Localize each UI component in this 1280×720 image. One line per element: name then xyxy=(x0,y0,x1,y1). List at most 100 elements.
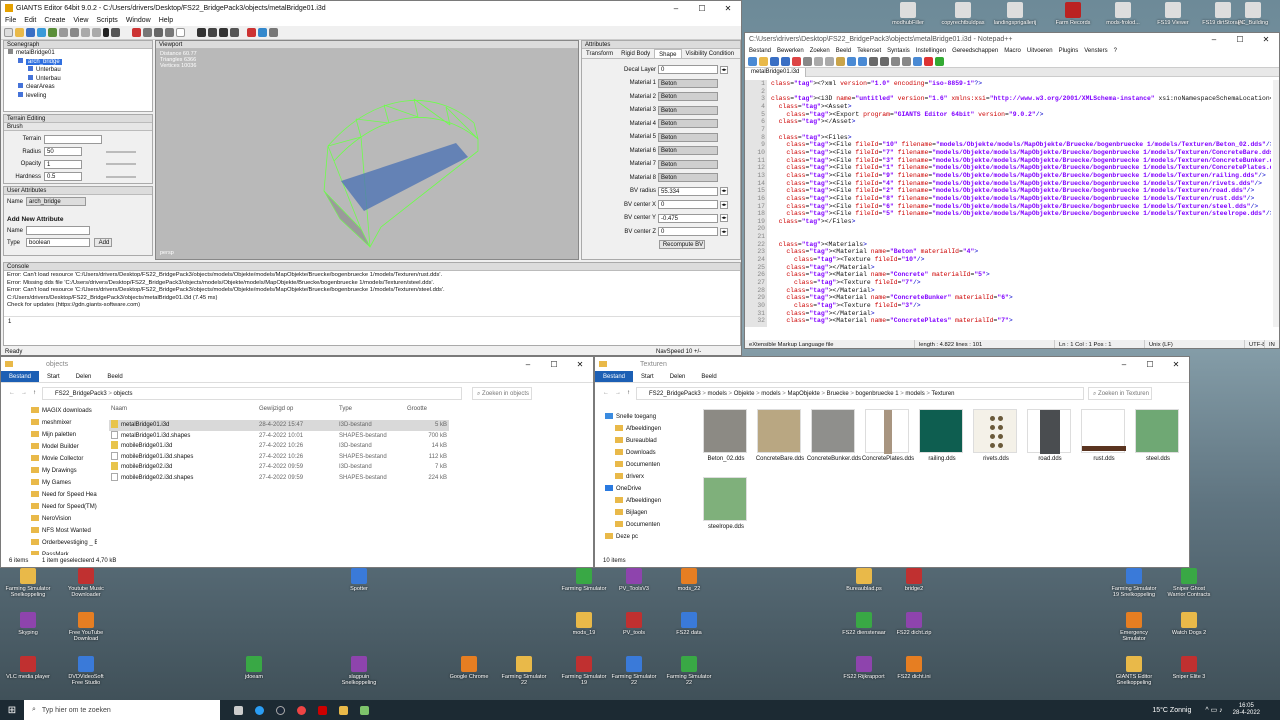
np-menu-item[interactable]: Instellingen xyxy=(916,48,946,54)
giants-titlebar[interactable]: GIANTS Editor 64bit 9.0.2 - C:/Users/dri… xyxy=(1,1,741,15)
attr-tab[interactable]: Shape xyxy=(654,49,682,58)
exp1-path-segment[interactable]: FS22_BridgePack3 xyxy=(55,391,107,397)
exp2-nav-item[interactable]: Afbeeldingen xyxy=(601,423,687,435)
np-menu-item[interactable]: Uitvoeren xyxy=(1027,48,1053,54)
exp2-nav-item[interactable]: Downloads xyxy=(601,447,687,459)
notepad-titlebar[interactable]: C:\Users\drivers\Desktop\FS22_BridgePack… xyxy=(745,33,1279,45)
scenegraph-item[interactable]: clearAreas xyxy=(4,83,152,92)
light-icon[interactable] xyxy=(258,28,267,37)
attr-value[interactable]: Beton xyxy=(658,132,718,142)
np-zoomout-icon[interactable] xyxy=(902,57,911,66)
close-button[interactable]: ✕ xyxy=(715,4,741,13)
exp1-nav-item[interactable]: My Games xyxy=(21,477,97,489)
exp2-thumbnail[interactable]: ConcreteBunker.dds xyxy=(807,407,861,473)
redo-icon[interactable] xyxy=(92,28,101,37)
texture-icon[interactable] xyxy=(154,28,163,37)
desktop-icon[interactable]: FS19 Viewer xyxy=(1150,2,1196,26)
exp1-path[interactable]: FS22_BridgePack3 > objects xyxy=(42,386,462,400)
np-menu-item[interactable]: Syntaxis xyxy=(887,48,910,54)
maximize-button[interactable]: ☐ xyxy=(689,4,715,13)
np-close-button[interactable]: ✕ xyxy=(1253,35,1279,44)
np-zoomin-icon[interactable] xyxy=(891,57,900,66)
desktop-icon[interactable]: Farming Simulator 22 xyxy=(500,656,548,686)
exp2-thumbnail[interactable]: railing.dds xyxy=(915,407,969,473)
exp2-path-segment[interactable]: bogenbruecke 1 xyxy=(856,391,899,397)
exp1-nav-item[interactable]: Movie Collector xyxy=(21,453,97,465)
cursor-icon[interactable] xyxy=(176,28,185,37)
desktop-icon[interactable]: PV_ToolsV3 xyxy=(610,568,658,592)
attr-value[interactable]: 55.334 xyxy=(658,186,718,196)
exp1-nav-item[interactable]: Need for Speed(TM) Pa xyxy=(21,501,97,513)
desktop-icon[interactable]: Bureaublad.ps xyxy=(840,568,888,592)
menu-window[interactable]: Window xyxy=(126,17,151,24)
minimize-button[interactable]: – xyxy=(663,4,689,13)
attr-value[interactable]: 0 xyxy=(658,65,718,75)
foliage-icon[interactable] xyxy=(165,28,174,37)
edge-icon[interactable] xyxy=(255,705,264,715)
np-menu-item[interactable]: Zoeken xyxy=(810,48,830,54)
exp2-thumbnail[interactable]: Beton_02.dds xyxy=(699,407,753,473)
exp1-file-row[interactable]: metalBridge01.i3d 28-4-2022 15:47 I3D-best… xyxy=(109,420,449,431)
np-paste-icon[interactable] xyxy=(836,57,845,66)
add-attr-button[interactable]: Add xyxy=(94,238,112,247)
exp1-ribbon-tab[interactable]: Bestand xyxy=(1,371,40,382)
eye-icon[interactable] xyxy=(111,28,120,37)
np-cut-icon[interactable] xyxy=(814,57,823,66)
app-red-icon[interactable] xyxy=(318,705,327,715)
exp1-nav-item[interactable]: meshmixer xyxy=(21,417,97,429)
np-menu-item[interactable]: Bewerken xyxy=(777,48,804,54)
exp1-nav-item[interactable]: Model Builder xyxy=(21,441,97,453)
exp2-path-segment[interactable]: Objekte xyxy=(734,391,755,397)
exp2-close-button[interactable]: ✕ xyxy=(1163,360,1189,369)
attr-spin-icon[interactable]: ◂▸ xyxy=(720,187,728,196)
attr-value[interactable]: Beton xyxy=(658,105,718,115)
scenegraph-item[interactable]: leveling xyxy=(4,91,152,101)
attr-value[interactable]: Beton xyxy=(658,92,718,102)
bridge-model[interactable] xyxy=(156,51,580,261)
attr-value[interactable]: Beton xyxy=(658,119,718,129)
exp2-thumbnail[interactable]: ConcretePlates.dds xyxy=(861,407,915,473)
exp1-ribbon-tab[interactable]: Delen xyxy=(68,371,100,382)
exp2-ribbon-tab[interactable]: Bestand xyxy=(595,371,634,382)
menu-scripts[interactable]: Scripts xyxy=(96,17,117,24)
exp2-nav-item[interactable]: Bureaublad xyxy=(601,435,687,447)
exp1-file-row[interactable]: mobileBridge01.i3d.shapes 27-4-2022 10:26… xyxy=(109,451,449,463)
exp2-forward-icon[interactable]: → xyxy=(615,390,621,396)
exp1-column-header[interactable]: Grootte xyxy=(407,406,427,412)
desktop-icon[interactable]: Google Chrome xyxy=(445,656,493,680)
exp2-nav-item[interactable]: Deze pc xyxy=(601,531,687,543)
terrain-slider[interactable] xyxy=(106,163,136,166)
desktop-icon[interactable]: landingsprigallerij xyxy=(992,2,1038,26)
exp1-column-header[interactable]: Gewijzigd op xyxy=(259,406,293,412)
notepad-scrollbar[interactable] xyxy=(1273,80,1279,327)
exp1-nav-item[interactable]: PassMark xyxy=(21,549,97,555)
menu-help[interactable]: Help xyxy=(159,17,173,24)
tray-icons[interactable]: ^ ▭ ♪ xyxy=(1205,706,1222,714)
import-icon[interactable] xyxy=(37,28,46,37)
attr-spin-icon[interactable]: ◂▸ xyxy=(720,214,728,223)
viewport-panel[interactable]: Viewport Distance 60.77 Triangles 6366 V… xyxy=(155,40,579,260)
np-new-icon[interactable] xyxy=(748,57,757,66)
camera-icon[interactable] xyxy=(247,28,256,37)
steam-icon[interactable] xyxy=(276,705,285,715)
np-menu-item[interactable]: Plugins xyxy=(1059,48,1079,54)
exp2-ribbon-tab[interactable]: Delen xyxy=(662,371,694,382)
np-menu-item[interactable]: ? xyxy=(1114,48,1117,54)
exp1-file-row[interactable]: mobileBridge01.i3d 27-4-2022 10:26 I3D-bes… xyxy=(109,441,449,452)
exp2-titlebar[interactable]: Texturen – ☐ ✕ xyxy=(595,357,1189,371)
np-playmacro-icon[interactable] xyxy=(935,57,944,66)
desktop-icon[interactable]: VLC media player xyxy=(4,656,52,680)
attr-value[interactable]: Beton xyxy=(658,146,718,156)
clock[interactable]: 16:05 28-4-2022 xyxy=(1233,703,1260,717)
exp1-nav-item[interactable]: MAGIX downloads xyxy=(21,405,97,417)
exp2-path-segment[interactable]: models xyxy=(708,391,727,397)
np-saveall-icon[interactable] xyxy=(781,57,790,66)
notepad-tab[interactable]: metalBridge01.i3d xyxy=(745,68,807,77)
recompute-bv-button[interactable]: Recompute BV xyxy=(659,240,705,249)
scenegraph-item[interactable]: Unterbau xyxy=(4,74,152,84)
export-icon[interactable] xyxy=(48,28,57,37)
np-open-icon[interactable] xyxy=(759,57,768,66)
desktop-icon[interactable]: Farm Records xyxy=(1050,2,1096,26)
scenegraph-item[interactable]: Unterbau xyxy=(4,66,152,75)
snap-icon[interactable] xyxy=(230,28,239,37)
